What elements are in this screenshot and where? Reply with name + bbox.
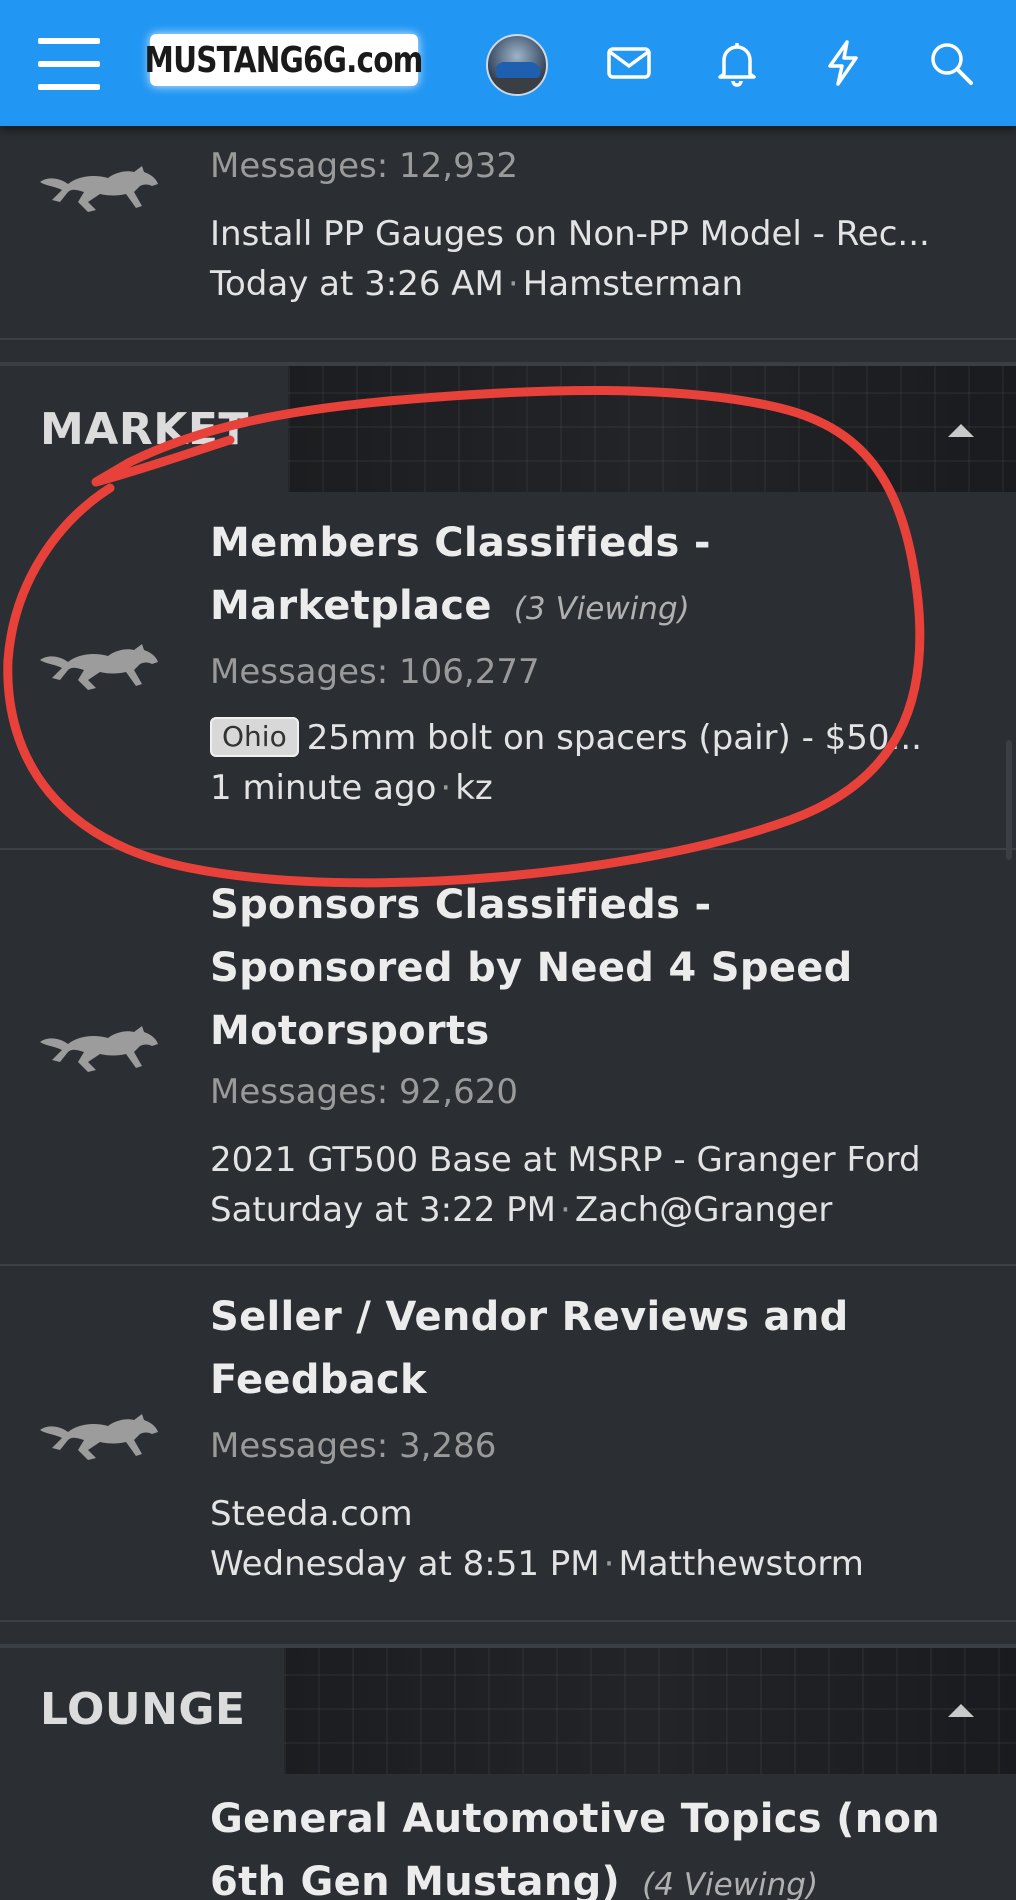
last-post-user[interactable]: Matthewstorm bbox=[618, 1544, 863, 1584]
forum-title-line: General Automotive Topics (non bbox=[210, 1796, 941, 1842]
prefix-badge[interactable]: Ohio bbox=[210, 717, 299, 757]
forum-title[interactable]: Seller / Vendor Reviews and Feedback bbox=[210, 1286, 849, 1412]
bell-icon[interactable] bbox=[712, 38, 762, 88]
forum-title-line: Sponsors Classifieds - bbox=[210, 882, 712, 928]
category-title: MARKET bbox=[40, 404, 249, 455]
forum-title[interactable]: Sponsors Classifieds - Sponsored by Need… bbox=[210, 874, 853, 1063]
envelope-icon[interactable] bbox=[604, 38, 654, 88]
forum-title-line: Marketplace bbox=[210, 583, 492, 629]
mustang-pony-icon bbox=[38, 640, 160, 692]
last-post-user[interactable]: kz bbox=[455, 768, 493, 808]
forum-title[interactable]: Members Classifieds - Marketplace (3 View… bbox=[210, 512, 711, 641]
last-post-time[interactable]: 1 minute ago bbox=[210, 768, 436, 808]
last-post-meta: Saturday at 3:22 PM · Zach@Granger bbox=[210, 1188, 832, 1232]
last-post-title[interactable]: Steeda.com bbox=[210, 1492, 980, 1536]
last-post-time[interactable]: Wednesday at 8:51 PM bbox=[210, 1544, 600, 1584]
last-post-title-row[interactable]: Ohio 25mm bolt on spacers (pair) - $50... bbox=[210, 716, 980, 760]
separator-dot: · bbox=[603, 1544, 615, 1584]
last-post-meta: 1 minute ago · kz bbox=[210, 766, 493, 810]
node-message-count: Messages: 12,932 bbox=[210, 146, 518, 186]
node-message-count: Messages: 3,286 bbox=[210, 1426, 497, 1466]
scrollbar[interactable] bbox=[1006, 740, 1012, 860]
forum-title-line: 6th Gen Mustang) bbox=[210, 1859, 621, 1900]
category-header-lounge[interactable]: LOUNGE bbox=[0, 1644, 1016, 1774]
last-post-meta: Wednesday at 8:51 PM · Matthewstorm bbox=[210, 1542, 864, 1586]
last-post-time[interactable]: Saturday at 3:22 PM bbox=[210, 1190, 556, 1230]
last-post-title[interactable]: Install PP Gauges on Non-PP Model - Rec.… bbox=[210, 212, 980, 256]
lightning-icon[interactable] bbox=[818, 38, 868, 88]
forum-title-line: Members Classifieds - bbox=[210, 520, 711, 566]
last-post-title[interactable]: 2021 GT500 Base at MSRP - Granger Ford bbox=[210, 1138, 980, 1182]
last-post-user[interactable]: Zach@Granger bbox=[575, 1190, 833, 1230]
avatar[interactable] bbox=[486, 34, 548, 96]
forum-node-sponsors-classifieds[interactable]: Sponsors Classifieds - Sponsored by Need… bbox=[0, 850, 1016, 1264]
forum-node-members-classifieds[interactable]: Members Classifieds - Marketplace (3 View… bbox=[0, 492, 1016, 848]
forum-title-line: Feedback bbox=[210, 1357, 427, 1403]
divider bbox=[0, 1620, 1016, 1622]
mustang-pony-icon bbox=[38, 162, 160, 214]
category-banner-image bbox=[288, 366, 1016, 492]
viewing-count: (3 Viewing) bbox=[513, 591, 690, 627]
site-logo[interactable]: MUSTANG6G.com bbox=[145, 34, 424, 86]
category-header-market[interactable]: MARKET bbox=[0, 362, 1016, 492]
node-message-count: Messages: 106,277 bbox=[210, 652, 540, 692]
mustang-pony-icon bbox=[38, 1022, 160, 1074]
last-post-title[interactable]: 25mm bolt on spacers (pair) - $50... bbox=[307, 718, 922, 758]
viewing-count: (4 Viewing) bbox=[642, 1867, 819, 1900]
collapse-arrow-icon[interactable] bbox=[948, 424, 974, 437]
forum-title-line: Motorsports bbox=[210, 1008, 490, 1054]
divider bbox=[0, 338, 1016, 340]
separator-dot: · bbox=[440, 768, 452, 808]
forum-title[interactable]: General Automotive Topics (non 6th Gen M… bbox=[210, 1788, 940, 1900]
last-post-meta: Today at 3:26 AM · Hamsterman bbox=[210, 262, 743, 306]
separator-dot: · bbox=[560, 1190, 571, 1230]
last-post-user[interactable]: Hamsterman bbox=[523, 264, 743, 304]
node-message-count: Messages: 92,620 bbox=[210, 1072, 518, 1112]
forum-node-general-automotive[interactable]: General Automotive Topics (non 6th Gen M… bbox=[0, 1774, 1016, 1900]
separator-dot: · bbox=[507, 264, 519, 304]
collapse-arrow-icon[interactable] bbox=[948, 1704, 974, 1717]
top-navigation-bar: MUSTANG6G.com bbox=[0, 0, 1016, 126]
forum-title-line: Seller / Vendor Reviews and bbox=[210, 1294, 849, 1340]
forum-title-line: Sponsored by Need 4 Speed bbox=[210, 945, 853, 991]
forum-node-seller-reviews[interactable]: Seller / Vendor Reviews and Feedback Mes… bbox=[0, 1266, 1016, 1620]
site-logo-text: MUSTANG6G.com bbox=[144, 39, 424, 81]
forum-node-top[interactable]: Messages: 12,932 Install PP Gauges on No… bbox=[0, 110, 1016, 338]
mustang-pony-icon bbox=[38, 1410, 160, 1462]
category-banner-image bbox=[284, 1648, 1016, 1774]
last-post-time[interactable]: Today at 3:26 AM bbox=[210, 264, 504, 304]
search-icon[interactable] bbox=[926, 38, 976, 88]
menu-icon[interactable] bbox=[38, 38, 100, 90]
category-title: LOUNGE bbox=[40, 1684, 246, 1735]
